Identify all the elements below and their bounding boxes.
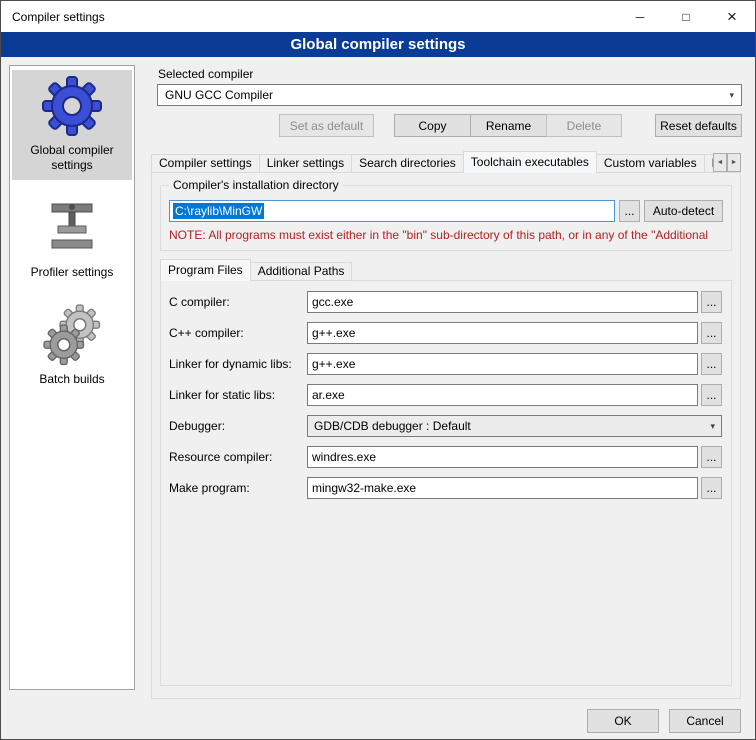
linker-dynamic-row: Linker for dynamic libs: ... bbox=[169, 353, 722, 375]
install-dir-browse-button[interactable]: ... bbox=[619, 200, 640, 222]
global-compiler-gear-icon bbox=[40, 74, 104, 138]
sidebar-item-profiler-settings[interactable]: Profiler settings bbox=[12, 192, 132, 287]
cpp-compiler-label: C++ compiler: bbox=[169, 326, 307, 340]
maximize-button[interactable]: □ bbox=[663, 1, 709, 32]
chevron-down-icon: ▾ bbox=[710, 421, 715, 432]
resource-compiler-browse-button[interactable]: ... bbox=[701, 446, 722, 468]
minimize-icon: ─ bbox=[636, 11, 645, 23]
arrow-right-icon: ► bbox=[731, 159, 738, 166]
ok-button[interactable]: OK bbox=[587, 709, 659, 733]
maximize-icon: □ bbox=[682, 11, 689, 23]
linker-dynamic-browse-button[interactable]: ... bbox=[701, 353, 722, 375]
debugger-dropdown[interactable]: GDB/CDB debugger : Default ▾ bbox=[307, 415, 722, 437]
sidebar-item-label: Profiler settings bbox=[14, 265, 130, 280]
tab-scroll-right-button[interactable]: ► bbox=[727, 153, 741, 172]
window-title: Compiler settings bbox=[1, 10, 105, 24]
arrow-left-icon: ◄ bbox=[717, 159, 724, 166]
resource-compiler-input[interactable] bbox=[307, 446, 698, 468]
installation-directory-row: C:\raylib\MinGW ... Auto-detect bbox=[169, 200, 723, 222]
set-as-default-button[interactable]: Set as default bbox=[279, 114, 374, 137]
delete-button[interactable]: Delete bbox=[546, 114, 622, 137]
program-files-panel: C compiler: ... C++ compiler: ... Linker… bbox=[160, 280, 732, 686]
c-compiler-input[interactable] bbox=[307, 291, 698, 313]
batch-builds-gears-icon bbox=[40, 303, 104, 367]
close-icon: × bbox=[727, 8, 737, 25]
page-title: Global compiler settings bbox=[1, 32, 755, 57]
make-program-input[interactable] bbox=[307, 477, 698, 499]
linker-static-label: Linker for static libs: bbox=[169, 388, 307, 402]
selected-compiler-dropdown[interactable]: GNU GCC Compiler ▾ bbox=[157, 84, 742, 106]
settings-category-list: Global compiler settings Profiler settin… bbox=[9, 65, 135, 690]
bin-subdirectory-note: NOTE: All programs must exist either in … bbox=[169, 228, 730, 242]
linker-dynamic-input[interactable] bbox=[307, 353, 698, 375]
chevron-down-icon: ▾ bbox=[729, 90, 734, 101]
compiler-settings-window: Compiler settings ─ □ × Global compiler … bbox=[0, 0, 756, 740]
cpp-compiler-row: C++ compiler: ... bbox=[169, 322, 722, 344]
tab-compiler-settings[interactable]: Compiler settings bbox=[151, 154, 260, 173]
rename-button[interactable]: Rename bbox=[470, 114, 547, 137]
tab-additional-paths[interactable]: Additional Paths bbox=[250, 262, 353, 281]
cancel-button[interactable]: Cancel bbox=[669, 709, 741, 733]
make-program-label: Make program: bbox=[169, 481, 307, 495]
install-dir-selected-text: C:\raylib\MinGW bbox=[173, 203, 264, 219]
debugger-value: GDB/CDB debugger : Default bbox=[314, 419, 471, 433]
reset-defaults-button[interactable]: Reset defaults bbox=[655, 114, 742, 137]
window-controls: ─ □ × bbox=[617, 1, 755, 32]
cpp-compiler-browse-button[interactable]: ... bbox=[701, 322, 722, 344]
toolchain-executables-panel: Compiler's installation directory C:\ray… bbox=[151, 172, 741, 699]
tab-linker-settings[interactable]: Linker settings bbox=[259, 154, 352, 173]
sidebar-item-label: Batch builds bbox=[14, 372, 130, 387]
c-compiler-label: C compiler: bbox=[169, 295, 307, 309]
sidebar-item-label: Global compiler settings bbox=[14, 143, 130, 173]
make-program-browse-button[interactable]: ... bbox=[701, 477, 722, 499]
tab-custom-variables[interactable]: Custom variables bbox=[596, 154, 705, 173]
linker-dynamic-label: Linker for dynamic libs: bbox=[169, 357, 307, 371]
linker-static-row: Linker for static libs: ... bbox=[169, 384, 722, 406]
debugger-row: Debugger: GDB/CDB debugger : Default ▾ bbox=[169, 415, 722, 437]
autodetect-button[interactable]: Auto-detect bbox=[644, 200, 723, 222]
tab-search-directories[interactable]: Search directories bbox=[351, 154, 464, 173]
program-files-form: C compiler: ... C++ compiler: ... Linker… bbox=[169, 291, 722, 508]
tab-scroll-left-button[interactable]: ◄ bbox=[713, 153, 727, 172]
settings-tab-strip: Compiler settings Linker settings Search… bbox=[151, 151, 715, 173]
make-program-row: Make program: ... bbox=[169, 477, 722, 499]
selected-compiler-value: GNU GCC Compiler bbox=[165, 88, 273, 102]
sidebar-item-global-compiler-settings[interactable]: Global compiler settings bbox=[12, 70, 132, 180]
cpp-compiler-input[interactable] bbox=[307, 322, 698, 344]
minimize-button[interactable]: ─ bbox=[617, 1, 663, 32]
program-files-tab-strip: Program Files Additional Paths bbox=[160, 259, 352, 281]
copy-button[interactable]: Copy bbox=[394, 114, 471, 137]
tab-program-files[interactable]: Program Files bbox=[160, 259, 251, 281]
title-bar: Compiler settings ─ □ × bbox=[1, 1, 755, 32]
close-button[interactable]: × bbox=[709, 1, 755, 32]
linker-static-browse-button[interactable]: ... bbox=[701, 384, 722, 406]
selected-compiler-label: Selected compiler bbox=[158, 67, 253, 81]
install-dir-input[interactable]: C:\raylib\MinGW bbox=[169, 200, 615, 222]
installation-directory-group-label: Compiler's installation directory bbox=[169, 178, 343, 192]
resource-compiler-row: Resource compiler: ... bbox=[169, 446, 722, 468]
c-compiler-browse-button[interactable]: ... bbox=[701, 291, 722, 313]
linker-static-input[interactable] bbox=[307, 384, 698, 406]
c-compiler-row: C compiler: ... bbox=[169, 291, 722, 313]
debugger-label: Debugger: bbox=[169, 419, 307, 433]
resource-compiler-label: Resource compiler: bbox=[169, 450, 307, 464]
tab-toolchain-executables[interactable]: Toolchain executables bbox=[463, 151, 597, 173]
profiler-clamp-icon bbox=[40, 196, 104, 260]
installation-directory-group: Compiler's installation directory C:\ray… bbox=[160, 185, 732, 251]
sidebar-item-batch-builds[interactable]: Batch builds bbox=[12, 299, 132, 394]
